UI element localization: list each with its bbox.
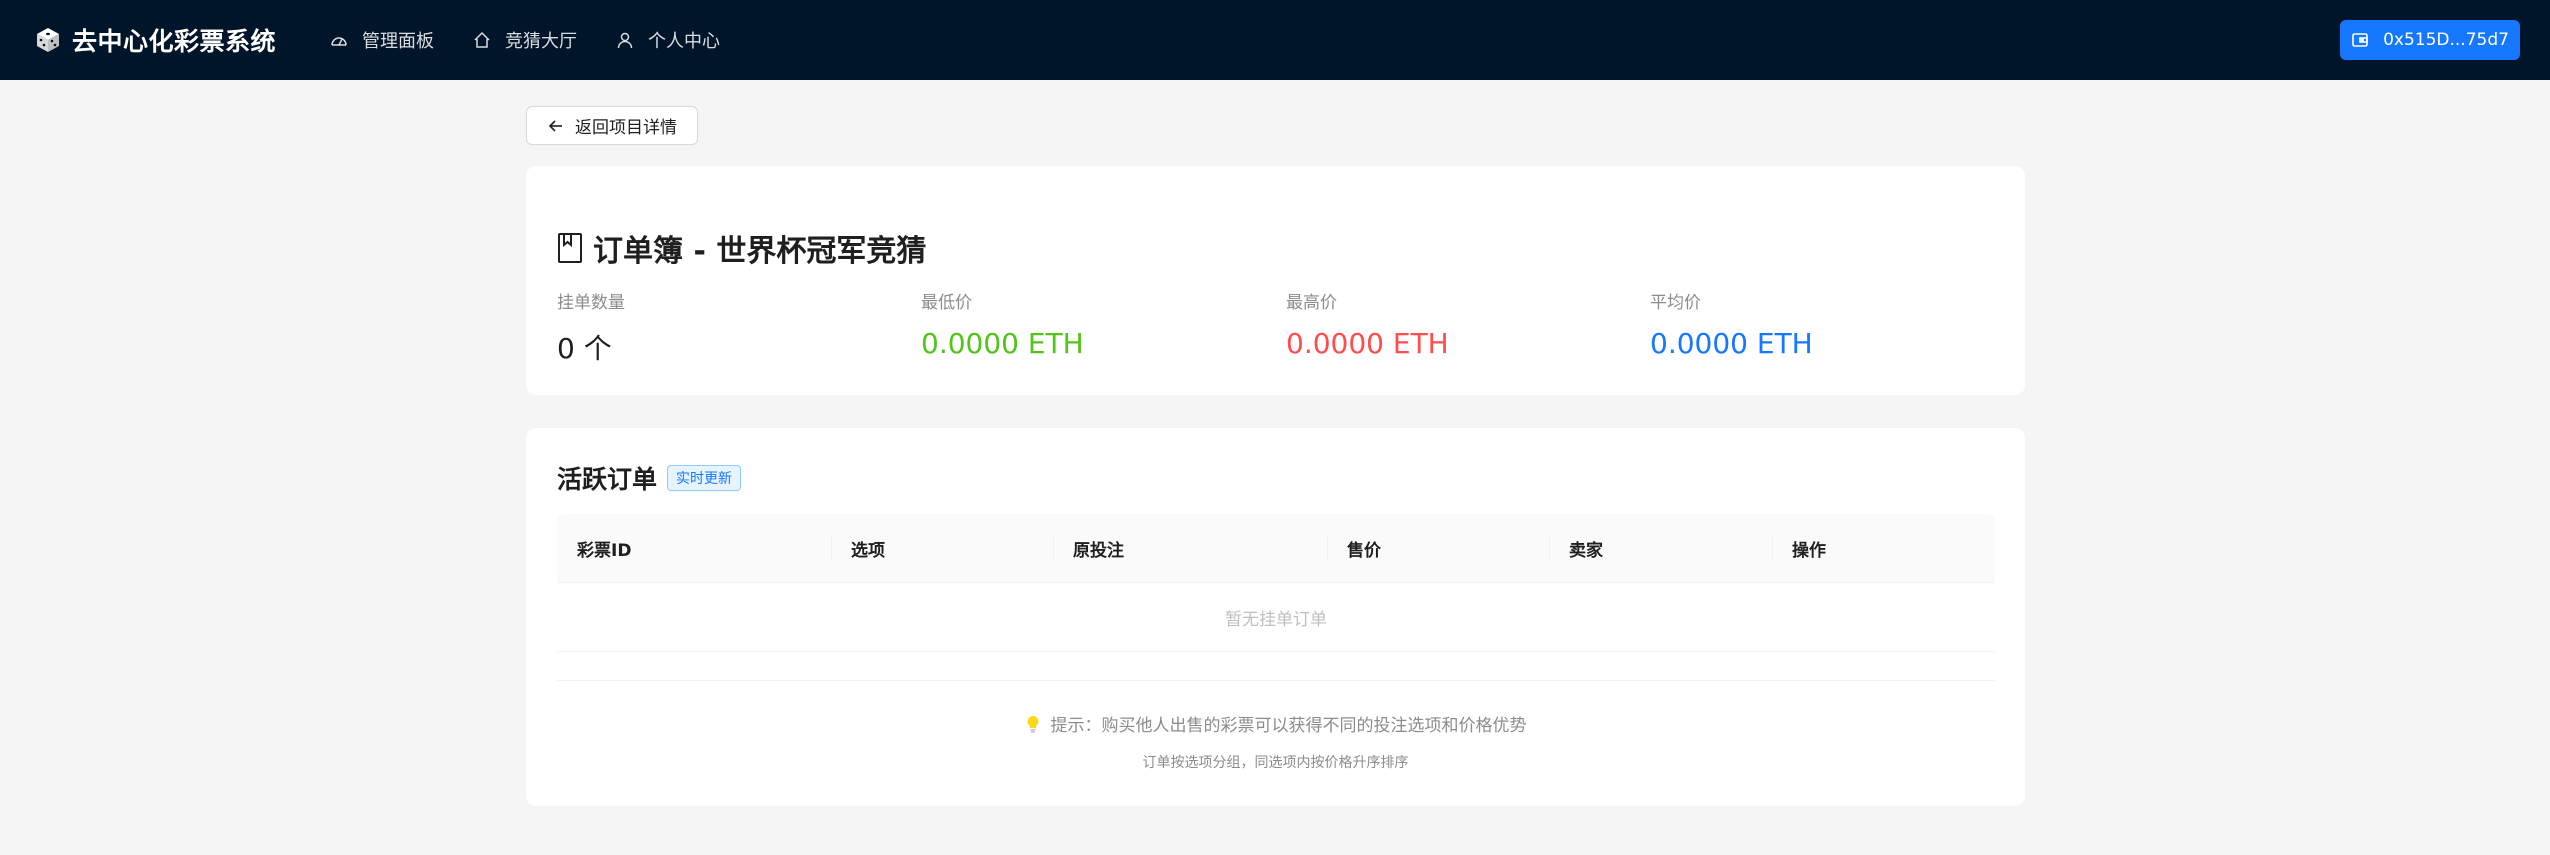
live-update-badge: 实时更新 — [667, 465, 742, 491]
dice-icon — [34, 26, 62, 54]
nav-item-personal-center[interactable]: 个人中心 — [616, 27, 720, 53]
hint-line: 提示：购买他人出售的彩票可以获得不同的投注选项和价格优势 — [526, 711, 2025, 736]
main-nav: 管理面板 竞猜大厅 个人中心 — [330, 0, 759, 80]
table-header: 彩票ID 选项 原投注 售价 卖家 操作 — [557, 514, 1995, 583]
stat-label: 挂单数量 — [557, 293, 625, 313]
wallet-address: 0x515D...75d7 — [2383, 30, 2509, 50]
stat-lowest-price: 最低价 0.0000 ETH — [921, 288, 1084, 360]
stat-label: 最低价 — [921, 293, 972, 313]
stat-value: 0.0000 ETH — [1650, 327, 1813, 360]
page-title: 订单簿 - 世界杯冠军竞猜 — [593, 234, 927, 269]
active-orders-header: 活跃订单 实时更新 — [557, 460, 742, 496]
stat-value: 0.0000 ETH — [921, 327, 1084, 360]
nav-item-admin-panel[interactable]: 管理面板 — [330, 27, 434, 53]
stat-highest-price: 最高价 0.0000 ETH — [1286, 288, 1449, 360]
divider — [557, 680, 1995, 681]
stat-value: 0 个 — [557, 332, 612, 365]
column-header-seller[interactable]: 卖家 — [1569, 514, 1603, 582]
column-divider — [831, 536, 832, 560]
nav-item-betting-hall[interactable]: 竞猜大厅 — [473, 27, 577, 53]
column-header-original-bet[interactable]: 原投注 — [1073, 514, 1124, 582]
sort-hint-text: 订单按选项分组，同选项内按价格升序排序 — [1142, 755, 1409, 771]
lightbulb-icon — [1025, 715, 1041, 733]
column-header-option[interactable]: 选项 — [851, 514, 885, 582]
orderbook-card: 订单簿 - 世界杯冠军竞猜 挂单数量 0 个 最低价 0.0000 ETH 最高… — [526, 166, 2025, 395]
dashboard-icon — [330, 31, 348, 49]
nav-item-label: 管理面板 — [362, 31, 434, 52]
column-divider — [1327, 536, 1328, 560]
stat-average-price: 平均价 0.0000 ETH — [1650, 288, 1813, 360]
orderbook-title-row: 订单簿 - 世界杯冠军竞猜 — [557, 226, 926, 270]
wallet-icon — [2351, 31, 2369, 49]
user-icon — [616, 31, 634, 49]
column-header-price[interactable]: 售价 — [1347, 514, 1381, 582]
column-divider — [1772, 536, 1773, 560]
column-header-actions[interactable]: 操作 — [1792, 514, 1826, 582]
column-divider — [1053, 536, 1054, 560]
book-icon — [557, 232, 583, 264]
active-orders-card: 活跃订单 实时更新 彩票ID 选项 原投注 售价 卖家 操作 暂无挂单订单 提示… — [526, 428, 2025, 806]
brand[interactable]: 去中心化彩票系统 — [34, 0, 276, 80]
back-button-label: 返回项目详情 — [575, 118, 677, 138]
column-header-ticket-id[interactable]: 彩票ID — [577, 514, 631, 582]
column-divider — [1549, 536, 1550, 560]
app-header: 去中心化彩票系统 管理面板 竞猜大厅 个人中心 0x515D...75d7 — [0, 0, 2550, 80]
back-to-project-button[interactable]: 返回项目详情 — [526, 106, 698, 145]
home-icon — [473, 31, 491, 49]
wallet-button[interactable]: 0x515D...75d7 — [2340, 20, 2520, 60]
table-empty-state: 暂无挂单订单 — [557, 583, 1995, 652]
orderbook-stats: 挂单数量 0 个 最低价 0.0000 ETH 最高价 0.0000 ETH 平… — [557, 288, 2017, 368]
stat-order-count: 挂单数量 0 个 — [557, 288, 625, 367]
nav-item-label: 个人中心 — [648, 31, 720, 52]
stat-value: 0.0000 ETH — [1286, 327, 1449, 360]
stat-label: 最高价 — [1286, 293, 1337, 313]
orders-table: 彩票ID 选项 原投注 售价 卖家 操作 暂无挂单订单 — [557, 514, 1995, 652]
nav-item-label: 竞猜大厅 — [505, 31, 577, 52]
section-title: 活跃订单 — [557, 465, 658, 494]
arrow-left-icon — [547, 117, 565, 135]
brand-title: 去中心化彩票系统 — [72, 27, 277, 56]
hint-text: 提示：购买他人出售的彩票可以获得不同的投注选项和价格优势 — [1050, 716, 1527, 736]
stat-label: 平均价 — [1650, 293, 1701, 313]
